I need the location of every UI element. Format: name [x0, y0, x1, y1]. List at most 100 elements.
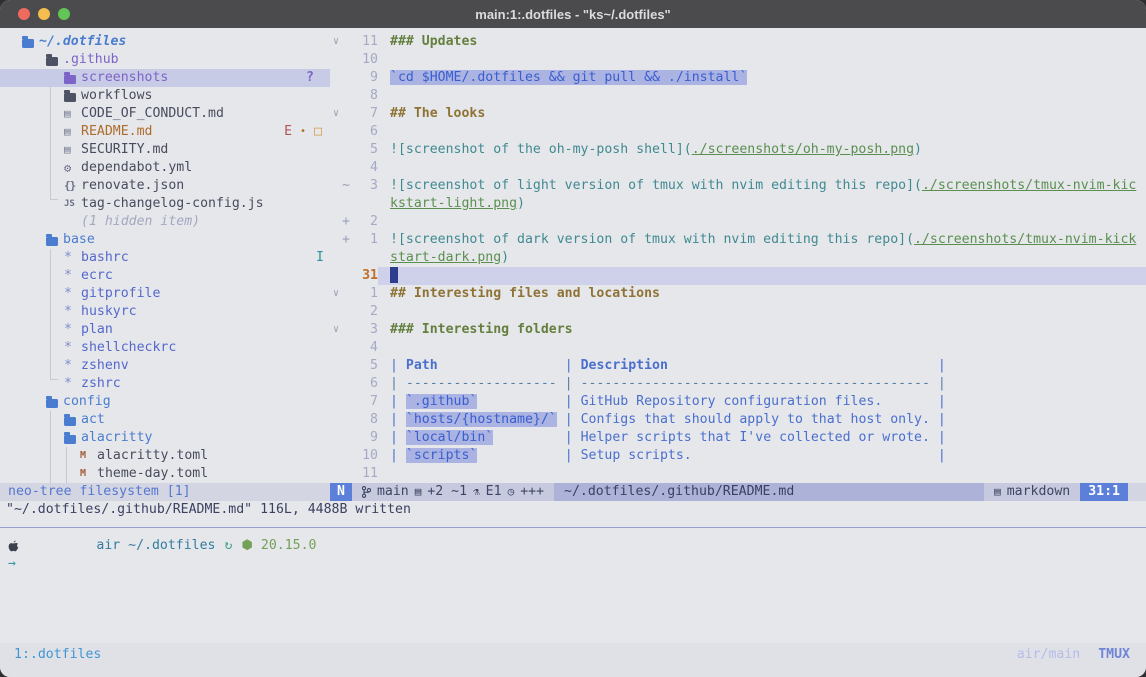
- editor-line[interactable]: ∨1## Interesting files and locations: [330, 285, 1146, 303]
- star-icon: *: [64, 375, 81, 393]
- tree-item-label: ecrc: [81, 267, 113, 285]
- js-icon: JS: [64, 195, 81, 213]
- fold-column: [330, 249, 342, 267]
- fold-open-icon[interactable]: ∨: [330, 285, 342, 303]
- fold-column: [330, 69, 342, 87]
- tree-item-label: renovate.json: [81, 177, 184, 195]
- fold-column: [330, 393, 342, 411]
- shell-pane[interactable]: air ~/.dotfiles ↻ ⬢ 20.15.0 →: [8, 537, 1146, 573]
- git-sign: [342, 393, 352, 411]
- tree-item-.github[interactable]: .github: [0, 51, 330, 69]
- folder-icon: [64, 91, 81, 102]
- editor-line[interactable]: 11: [330, 465, 1146, 483]
- editor-line[interactable]: 10: [330, 51, 1146, 69]
- star-icon: *: [64, 249, 81, 267]
- editor-pane[interactable]: ∨11### Updates109`cd $HOME/.dotfiles && …: [330, 28, 1146, 483]
- editor-line[interactable]: ∨11### Updates: [330, 33, 1146, 51]
- tree-item-1hiddenitem[interactable]: (1 hidden item): [0, 213, 330, 231]
- zoom-button[interactable]: [58, 8, 70, 20]
- editor-line[interactable]: start-dark.png): [330, 249, 1146, 267]
- editor-line[interactable]: +1![screenshot of dark version of tmux w…: [330, 231, 1146, 249]
- text-segment-mdlink: ): [501, 250, 509, 265]
- title-bar[interactable]: main:1:.dotfiles - "ks~/.dotfiles": [0, 0, 1146, 28]
- editor-line[interactable]: 4: [330, 339, 1146, 357]
- fold-open-icon[interactable]: ∨: [330, 33, 342, 51]
- badge-q: ?: [306, 69, 314, 87]
- tree-item-label: alacritty: [81, 429, 152, 447]
- tree-item-label: shellcheckrc: [81, 339, 176, 357]
- fold-open-icon[interactable]: ∨: [330, 105, 342, 123]
- prompt-arrow[interactable]: →: [8, 555, 1146, 573]
- editor-line[interactable]: 5![screenshot of the oh-my-posh shell](.…: [330, 141, 1146, 159]
- tree-item-config[interactable]: config: [0, 393, 330, 411]
- folder-icon: [64, 73, 81, 84]
- tmux-pane-divider[interactable]: [0, 527, 1146, 528]
- tree-item-label: theme-day.toml: [97, 465, 208, 483]
- editor-line[interactable]: 4: [330, 159, 1146, 177]
- editor-line[interactable]: 6| ------------------- | ---------------…: [330, 375, 1146, 393]
- editor-line[interactable]: 10| `scripts` | Setup scripts. |: [330, 447, 1146, 465]
- text-segment-url: ./screenshots/tmux-nvim-kick: [914, 232, 1136, 247]
- editor-line[interactable]: ∨7## The looks: [330, 105, 1146, 123]
- editor-line[interactable]: +2: [330, 213, 1146, 231]
- fold-column: [330, 267, 342, 285]
- folder-icon: [64, 415, 81, 426]
- fold-column: [330, 159, 342, 177]
- editor-line[interactable]: kstart-light.png): [330, 195, 1146, 213]
- line-number: 10: [352, 447, 378, 465]
- branch-name: main: [377, 483, 409, 501]
- editor-line[interactable]: 7| `.github` | GitHub Repository configu…: [330, 393, 1146, 411]
- git-sign: [342, 249, 352, 267]
- editor-line[interactable]: 8: [330, 87, 1146, 105]
- text-segment-tp: |: [390, 430, 406, 445]
- gear-icon: ⚙: [64, 159, 81, 177]
- editor-line[interactable]: 31: [330, 267, 1146, 285]
- tree-item-screenshots[interactable]: screenshots?: [0, 69, 330, 87]
- text-segment-url: start-dark.png: [390, 250, 501, 265]
- folder-icon: [46, 397, 63, 408]
- line-number: 3: [352, 177, 378, 195]
- fold-column: [330, 51, 342, 69]
- text-segment-tp: |: [930, 412, 946, 427]
- line-content: ![screenshot of the oh-my-posh shell](./…: [378, 141, 1146, 159]
- editor-line[interactable]: 9`cd $HOME/.dotfiles && git pull && ./in…: [330, 69, 1146, 87]
- tree-item-label: zshrc: [81, 375, 121, 393]
- git-sign: [342, 33, 352, 51]
- editor-line[interactable]: ~3![screenshot of light version of tmux …: [330, 177, 1146, 195]
- editor-line[interactable]: 2: [330, 303, 1146, 321]
- tree-guide: [50, 411, 51, 483]
- tree-item-label: zshenv: [81, 357, 129, 375]
- editor-line[interactable]: 9| `local/bin` | Helper scripts that I'v…: [330, 429, 1146, 447]
- text-segment-h2: ## Interesting files and locations: [390, 286, 660, 301]
- editor-line[interactable]: 6: [330, 123, 1146, 141]
- git-sign: [342, 267, 352, 285]
- text-segment-mdlink: ![screenshot of light version of tmux wi…: [390, 178, 922, 193]
- braces-icon: {}: [64, 177, 81, 195]
- line-number: 1: [352, 231, 378, 249]
- tree-item-label: SECURITY.md: [81, 141, 168, 159]
- editor-line[interactable]: ∨3### Interesting folders: [330, 321, 1146, 339]
- file-changes: +2 ~1: [427, 483, 467, 501]
- close-button[interactable]: [18, 8, 30, 20]
- minimize-button[interactable]: [38, 8, 50, 20]
- line-number: 31: [352, 267, 378, 285]
- git-sign: [342, 429, 352, 447]
- line-content: [378, 339, 1146, 357]
- file-icon: ▤: [415, 483, 422, 501]
- cursor-position: 31:1: [1080, 483, 1128, 501]
- editor-line[interactable]: 5| Path | Description |: [330, 357, 1146, 375]
- text-segment-tp: |: [438, 358, 581, 373]
- tmux-window-tab[interactable]: 1:.dotfiles: [14, 646, 101, 664]
- git-sign: [342, 447, 352, 465]
- branch-icon: [362, 486, 371, 498]
- flask-icon: ⚗: [473, 483, 480, 501]
- line-content: [378, 267, 1146, 285]
- editor-line[interactable]: 8| `hosts/{hostname}/` | Configs that sh…: [330, 411, 1146, 429]
- fold-open-icon[interactable]: ∨: [330, 321, 342, 339]
- tree-item-base[interactable]: base: [0, 231, 330, 249]
- fold-column: [330, 195, 342, 213]
- tree-item-label: CODE_OF_CONDUCT.md: [81, 105, 224, 123]
- node-version: ⬢ 20.15.0: [241, 537, 316, 555]
- fold-column: [330, 375, 342, 393]
- tree-item-.dotfiles[interactable]: ~/.dotfiles: [0, 33, 330, 51]
